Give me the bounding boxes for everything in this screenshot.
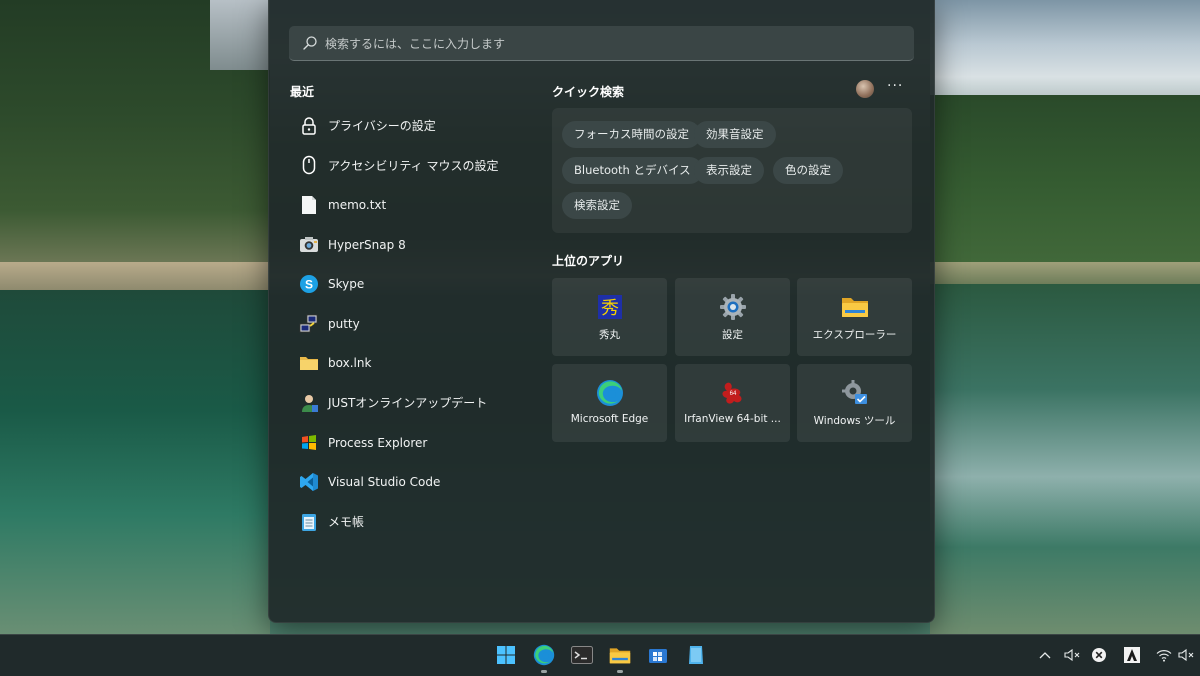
chip-focus-settings[interactable]: フォーカス時間の設定 [562, 121, 701, 148]
desktop-wallpaper-shore-right [930, 262, 1200, 284]
chip-sound-effects[interactable]: 効果音設定 [694, 121, 776, 148]
recent-item-mouse-settings[interactable]: アクセシビリティ マウスの設定 [289, 146, 539, 186]
text-file-icon [299, 195, 319, 215]
svg-text:秀: 秀 [601, 298, 619, 319]
app-tile-label: Microsoft Edge [570, 413, 649, 425]
recent-item-vscode[interactable]: Visual Studio Code [289, 462, 539, 502]
more-options-button[interactable]: ··· [887, 78, 903, 94]
terminal-icon[interactable] [570, 643, 594, 667]
windows-start-icon[interactable] [494, 643, 518, 667]
chevron-up-icon[interactable] [1036, 646, 1054, 664]
app-tile-label: 秀丸 [599, 329, 620, 341]
svg-text:64: 64 [729, 391, 736, 397]
search-icon [303, 36, 317, 50]
recent-list: プライバシーの設定 アクセシビリティ マウスの設定 memo.txt Hyper… [289, 106, 539, 542]
speaker-muted-icon[interactable] [1177, 646, 1195, 664]
recent-item-hypersnap[interactable]: HyperSnap 8 [289, 225, 539, 265]
recent-item-label: プライバシーの設定 [328, 119, 436, 134]
notepad-icon[interactable] [684, 643, 708, 667]
store-icon[interactable] [646, 643, 670, 667]
search-input[interactable]: 検索するには、ここに入力します [289, 26, 914, 61]
chip-search-settings[interactable]: 検索設定 [562, 192, 632, 219]
settings-gear-icon [719, 293, 747, 321]
search-panel: 検索するには、ここに入力します 最近 プライバシーの設定 アクセシビリティ マウ… [268, 0, 935, 623]
recent-item-box-lnk[interactable]: box.lnk [289, 344, 539, 384]
taskbar [0, 634, 1200, 676]
hypersnap-icon [299, 235, 319, 255]
recent-item-label: Skype [328, 277, 365, 292]
recent-item-skype[interactable]: S Skype [289, 264, 539, 304]
desktop-wallpaper-sky-right [930, 0, 1200, 110]
desktop-wallpaper-lake-left [0, 290, 270, 635]
notepad-icon [299, 512, 319, 532]
desktop-wallpaper-shore-left [0, 262, 270, 290]
skype-icon: S [299, 274, 319, 294]
edge-icon[interactable] [532, 643, 556, 667]
putty-icon [299, 314, 319, 334]
close-circle-icon[interactable] [1090, 646, 1108, 664]
search-placeholder: 検索するには、ここに入力します [325, 36, 506, 51]
app-tile-hidemaru[interactable]: 秀 秀丸 [552, 278, 667, 356]
recent-item-label: memo.txt [328, 197, 387, 212]
recent-item-label: アクセシビリティ マウスの設定 [328, 158, 499, 173]
mouse-icon [299, 155, 319, 175]
app-tile-label: Windows ツール [813, 415, 896, 427]
running-indicator [541, 670, 547, 673]
recent-item-label: メモ帳 [328, 515, 365, 530]
svg-text:S: S [305, 278, 313, 292]
running-indicator [617, 670, 623, 673]
recent-item-just-update[interactable]: JUSTオンラインアップデート [289, 383, 539, 423]
file-explorer-icon [841, 293, 869, 321]
hidemaru-icon: 秀 [596, 293, 624, 321]
recent-item-putty[interactable]: putty [289, 304, 539, 344]
vscode-icon [299, 472, 319, 492]
lock-icon [299, 116, 319, 136]
app-tile-label: 設定 [722, 329, 743, 341]
recent-item-label: Visual Studio Code [328, 475, 441, 490]
speaker-muted-icon[interactable] [1063, 646, 1081, 664]
app-tile-settings[interactable]: 設定 [675, 278, 790, 356]
app-tile-windows-tools[interactable]: Windows ツール [797, 364, 912, 442]
recent-item-privacy-settings[interactable]: プライバシーの設定 [289, 106, 539, 146]
recent-item-label: box.lnk [328, 356, 372, 371]
desktop-wallpaper-lake-right [930, 284, 1200, 635]
app-tile-label: エクスプローラー [812, 329, 897, 341]
windows-tools-icon [841, 379, 869, 407]
edge-icon [596, 379, 624, 407]
file-explorer-icon[interactable] [608, 643, 632, 667]
quick-search-title: クイック検索 [552, 85, 625, 99]
recent-item-label: putty [328, 316, 360, 331]
chip-bluetooth-devices[interactable]: Bluetooth とデバイス [562, 157, 703, 184]
chip-color-settings[interactable]: 色の設定 [773, 157, 843, 184]
user-avatar[interactable] [856, 80, 874, 98]
process-explorer-icon [299, 433, 319, 453]
recent-item-notepad[interactable]: メモ帳 [289, 502, 539, 542]
desktop-wallpaper-forest-right [930, 95, 1200, 275]
recent-item-label: HyperSnap 8 [328, 237, 406, 252]
quick-search-card: フォーカス時間の設定 効果音設定 Bluetooth とデバイス 表示設定 色の… [552, 108, 912, 233]
app-tile-edge[interactable]: Microsoft Edge [552, 364, 667, 442]
adobe-icon[interactable] [1123, 646, 1141, 664]
wifi-icon[interactable] [1155, 646, 1173, 664]
app-tile-irfanview[interactable]: 64 IrfanView 64-bit ... [675, 364, 790, 442]
chip-display-settings[interactable]: 表示設定 [694, 157, 764, 184]
app-tile-explorer[interactable]: エクスプローラー [797, 278, 912, 356]
app-tile-label: IrfanView 64-bit ... [684, 413, 781, 425]
top-apps-title: 上位のアプリ [552, 254, 625, 268]
irfanview-icon: 64 [719, 379, 747, 407]
just-update-icon [299, 393, 319, 413]
desktop-wallpaper-mountain [210, 0, 270, 70]
folder-shortcut-icon [299, 353, 319, 373]
recent-item-process-explorer[interactable]: Process Explorer [289, 423, 539, 463]
recent-item-label: Process Explorer [328, 435, 428, 450]
recent-item-label: JUSTオンラインアップデート [328, 396, 488, 411]
recent-item-memo-txt[interactable]: memo.txt [289, 185, 539, 225]
recent-title: 最近 [290, 85, 315, 99]
